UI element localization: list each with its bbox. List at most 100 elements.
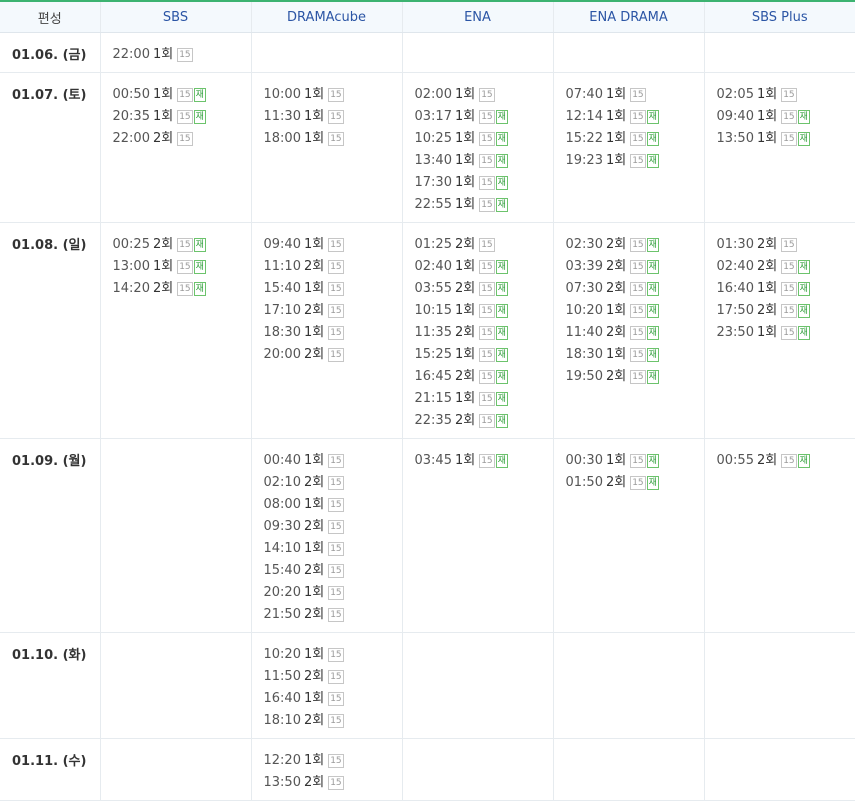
age-rating-badge: 15 (479, 198, 494, 212)
schedule-cell (553, 739, 704, 801)
age-rating-badge: 15 (781, 110, 796, 124)
age-rating-badge: 15 (177, 132, 192, 146)
schedule-cell (704, 739, 855, 801)
schedule-cell: 02:051회1509:401회15재13:501회15재 (704, 73, 855, 223)
airing-time: 03:45 (415, 453, 452, 468)
episode-number: 1회 (757, 131, 777, 146)
airing-time: 03:39 (566, 259, 603, 274)
airing-time: 18:30 (566, 347, 603, 362)
age-rating-badge: 15 (328, 326, 343, 340)
age-rating-badge: 15 (630, 132, 645, 146)
rerun-badge: 재 (496, 154, 508, 168)
channel-header-dramacube: DRAMAcube (251, 1, 402, 33)
channel-header-ena-drama: ENA DRAMA (553, 1, 704, 33)
airing-entry: 12:141회15재 (566, 106, 704, 128)
age-rating-badge: 15 (328, 608, 343, 622)
age-rating-badge: 15 (781, 238, 796, 252)
episode-number: 1회 (757, 87, 777, 102)
episode-number: 1회 (304, 541, 324, 556)
age-rating-badge: 15 (630, 476, 645, 490)
age-rating-badge: 15 (177, 282, 192, 296)
rerun-badge: 재 (647, 326, 659, 340)
airing-entry: 02:001회15 (415, 84, 553, 106)
schedule-cell: 10:001회1511:301회1518:001회15 (251, 73, 402, 223)
airing-entry: 18:301회15 (264, 322, 402, 344)
airing-time: 20:20 (264, 585, 301, 600)
episode-number: 2회 (606, 369, 626, 384)
rerun-badge: 재 (647, 304, 659, 318)
airing-entry: 20:002회15 (264, 344, 402, 366)
rerun-badge: 재 (496, 176, 508, 190)
rerun-badge: 재 (647, 282, 659, 296)
rerun-badge: 재 (647, 370, 659, 384)
airing-entry: 13:502회15 (264, 772, 402, 794)
episode-number: 2회 (304, 607, 324, 622)
age-rating-badge: 15 (328, 348, 343, 362)
airing-entry: 22:001회15 (113, 44, 251, 66)
airing-time: 18:30 (264, 325, 301, 340)
airing-time: 21:50 (264, 607, 301, 622)
age-rating-badge: 15 (479, 282, 494, 296)
airing-entry: 02:401회15재 (415, 256, 553, 278)
episode-number: 2회 (455, 413, 475, 428)
airing-time: 17:10 (264, 303, 301, 318)
age-rating-badge: 15 (328, 304, 343, 318)
airing-time: 00:50 (113, 87, 150, 102)
airing-time: 10:25 (415, 131, 452, 146)
episode-number: 1회 (304, 131, 324, 146)
channel-header-sbs-plus: SBS Plus (704, 1, 855, 33)
episode-number: 1회 (455, 109, 475, 124)
rerun-badge: 재 (798, 282, 810, 296)
episode-number: 2회 (757, 237, 777, 252)
episode-number: 1회 (304, 237, 324, 252)
airing-time: 11:50 (264, 669, 301, 684)
age-rating-badge: 15 (630, 154, 645, 168)
airing-time: 17:50 (717, 303, 754, 318)
episode-number: 2회 (455, 237, 475, 252)
episode-number: 1회 (455, 153, 475, 168)
episode-number: 1회 (304, 87, 324, 102)
schedule-cell (100, 739, 251, 801)
rerun-badge: 재 (496, 304, 508, 318)
episode-number: 2회 (606, 475, 626, 490)
schedule-cell: 02:001회1503:171회15재10:251회15재13:401회15재1… (402, 73, 553, 223)
age-rating-badge: 15 (630, 454, 645, 468)
date-cell: 01.08. (일) (0, 223, 100, 439)
rerun-badge: 재 (647, 154, 659, 168)
schedule-row: 01.08. (일)00:252회15재13:001회15재14:202회15재… (0, 223, 855, 439)
schedule-cell: 12:201회1513:502회15 (251, 739, 402, 801)
channel-header-sbs: SBS (100, 1, 251, 33)
airing-time: 15:22 (566, 131, 603, 146)
airing-entry: 15:251회15재 (415, 344, 553, 366)
airing-time: 12:20 (264, 753, 301, 768)
schedule-cell: 00:252회15재13:001회15재14:202회15재 (100, 223, 251, 439)
airing-time: 13:50 (264, 775, 301, 790)
airing-entry: 13:001회15재 (113, 256, 251, 278)
schedule-cell: 03:451회15재 (402, 439, 553, 633)
episode-number: 1회 (153, 87, 173, 102)
airing-entry: 22:551회15재 (415, 194, 553, 216)
age-rating-badge: 15 (479, 326, 494, 340)
episode-number: 1회 (757, 109, 777, 124)
episode-number: 1회 (304, 753, 324, 768)
episode-number: 2회 (304, 303, 324, 318)
schedule-cell: 02:302회15재03:392회15재07:302회15재10:201회15재… (553, 223, 704, 439)
schedule-cell: 10:201회1511:502회1516:401회1518:102회15 (251, 633, 402, 739)
airing-time: 02:05 (717, 87, 754, 102)
episode-number: 2회 (757, 303, 777, 318)
episode-number: 2회 (304, 775, 324, 790)
age-rating-badge: 15 (177, 88, 192, 102)
age-rating-badge: 15 (630, 260, 645, 274)
airing-time: 13:50 (717, 131, 754, 146)
airing-entry: 11:502회15 (264, 666, 402, 688)
age-rating-badge: 15 (328, 564, 343, 578)
age-rating-badge: 15 (479, 348, 494, 362)
episode-number: 1회 (606, 87, 626, 102)
airing-entry: 10:251회15재 (415, 128, 553, 150)
episode-number: 2회 (455, 325, 475, 340)
schedule-cell: 09:401회1511:102회1515:401회1517:102회1518:3… (251, 223, 402, 439)
airing-entry: 19:502회15재 (566, 366, 704, 388)
airing-entry: 11:301회15 (264, 106, 402, 128)
airing-time: 11:35 (415, 325, 452, 340)
episode-number: 1회 (606, 109, 626, 124)
